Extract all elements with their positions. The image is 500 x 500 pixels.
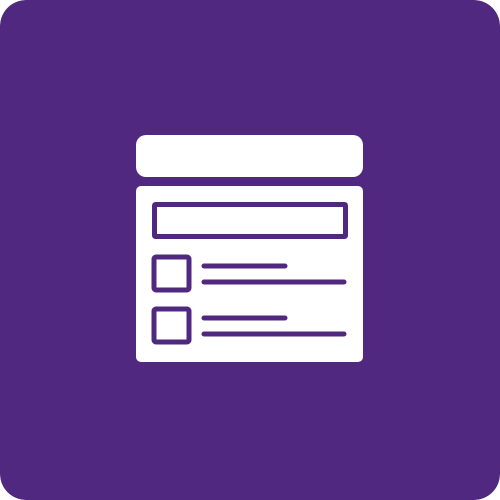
window-title-bar xyxy=(136,135,363,177)
app-icon-tile xyxy=(0,0,500,500)
form-window-icon xyxy=(0,0,500,500)
